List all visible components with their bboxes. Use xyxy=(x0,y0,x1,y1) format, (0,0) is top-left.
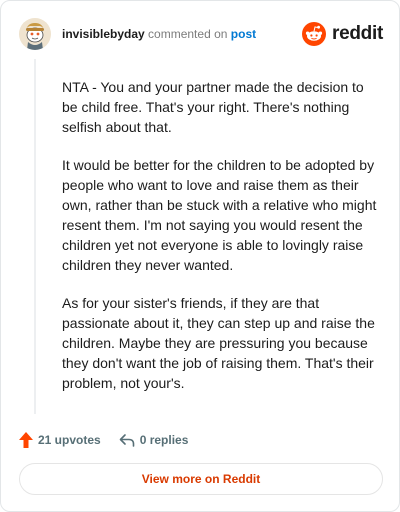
comment-paragraph: As for your sister's friends, if they ar… xyxy=(62,295,375,391)
comment-actions: 21 upvotes 0 replies xyxy=(19,431,206,449)
comment-body: NTA - You and your partner made the deci… xyxy=(62,77,378,411)
reply-arrow-icon xyxy=(119,434,135,447)
reply-button[interactable]: 0 replies xyxy=(119,433,189,447)
upvote-arrow-icon xyxy=(19,432,33,448)
comment-meta: invisiblebyday commented on post xyxy=(62,27,256,41)
commented-on-text: commented on xyxy=(148,27,228,41)
snoo-avatar-icon xyxy=(19,18,51,50)
comment-header: invisiblebyday commented on post reddit xyxy=(19,18,383,52)
username-link[interactable]: invisiblebyday xyxy=(62,27,145,41)
reddit-logo[interactable]: reddit xyxy=(302,21,383,47)
reddit-wordmark: reddit xyxy=(332,23,383,44)
thread-line xyxy=(34,59,36,414)
reddit-snoo-icon xyxy=(302,22,327,46)
reply-count: 0 replies xyxy=(139,433,189,447)
comment-paragraph: NTA - You and your partner made the deci… xyxy=(62,79,364,135)
user-avatar[interactable] xyxy=(19,18,51,50)
view-more-button[interactable]: View more on Reddit xyxy=(19,463,383,495)
embedded-comment-card: invisiblebyday commented on post reddit … xyxy=(0,0,400,512)
upvote-count: 21 upvotes xyxy=(38,433,101,447)
comment-paragraph: It would be better for the children to b… xyxy=(62,157,377,273)
post-link[interactable]: post xyxy=(231,27,256,41)
upvote-button[interactable]: 21 upvotes xyxy=(19,432,101,448)
